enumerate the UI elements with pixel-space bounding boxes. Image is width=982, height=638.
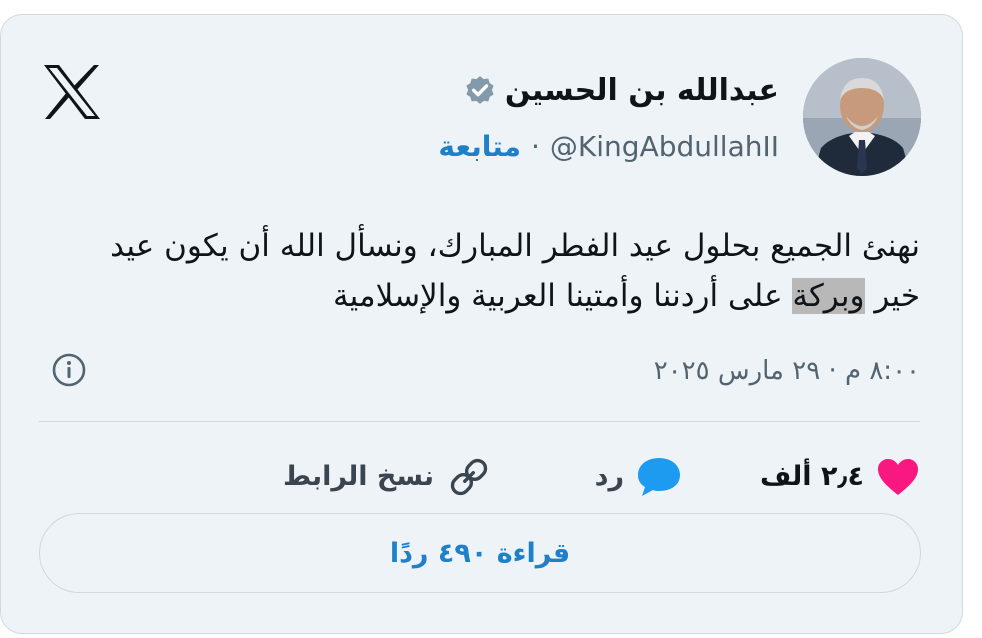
tweet-text-line-1: نهنئ الجميع بحلول عيد الفطر المبارك، ونس… — [110, 228, 920, 264]
x-logo-icon[interactable] — [41, 63, 103, 121]
tweet-text-segment: على أردننا وأمتينا العربية والإسلامية — [333, 278, 793, 314]
follow-button[interactable]: متابعة — [438, 127, 521, 167]
avatar[interactable] — [803, 58, 921, 176]
tweet-text-segment: خير — [864, 278, 920, 314]
tweet-text-line-2: خير وبركة على أردننا وأمتينا العربية وال… — [70, 271, 920, 321]
heart-icon — [878, 459, 918, 495]
like-button[interactable]: ٢٫٤ ألف — [760, 455, 920, 499]
reply-button[interactable]: رد — [595, 455, 682, 499]
info-icon[interactable] — [51, 352, 87, 388]
reply-label: رد — [594, 461, 624, 492]
highlighted-word: وبركة — [792, 278, 865, 314]
tweet-timestamp[interactable]: ٨:٠٠ م · ٢٩ مارس ٢٠٢٥ — [654, 351, 920, 391]
tweet-text: نهنئ الجميع بحلول عيد الفطر المبارك، ونس… — [70, 221, 920, 321]
author-name-row[interactable]: عبدالله بن الحسين — [463, 71, 779, 111]
tweet-card[interactable]: عبدالله بن الحسين متابعة · @KingAbdullah… — [0, 14, 963, 634]
separator-dot: · — [531, 130, 540, 163]
author-handle-row: متابعة · @KingAbdullahII — [438, 127, 779, 167]
avatar-image — [803, 58, 921, 176]
copy-link-label: نسخ الرابط — [283, 461, 434, 492]
author-name[interactable]: عبدالله بن الحسين — [505, 71, 779, 111]
divider — [39, 421, 920, 422]
link-icon — [450, 458, 488, 496]
read-replies-label: قراءة ٤٩٠ ردًا — [389, 537, 571, 569]
author-handle[interactable]: @KingAbdullahII — [550, 127, 779, 167]
read-replies-button[interactable]: قراءة ٤٩٠ ردًا — [39, 513, 921, 593]
copy-link-button[interactable]: نسخ الرابط — [283, 455, 492, 499]
verified-badge-icon — [466, 76, 494, 104]
reply-bubble-icon — [638, 458, 680, 496]
like-count: ٢٫٤ ألف — [760, 461, 864, 492]
